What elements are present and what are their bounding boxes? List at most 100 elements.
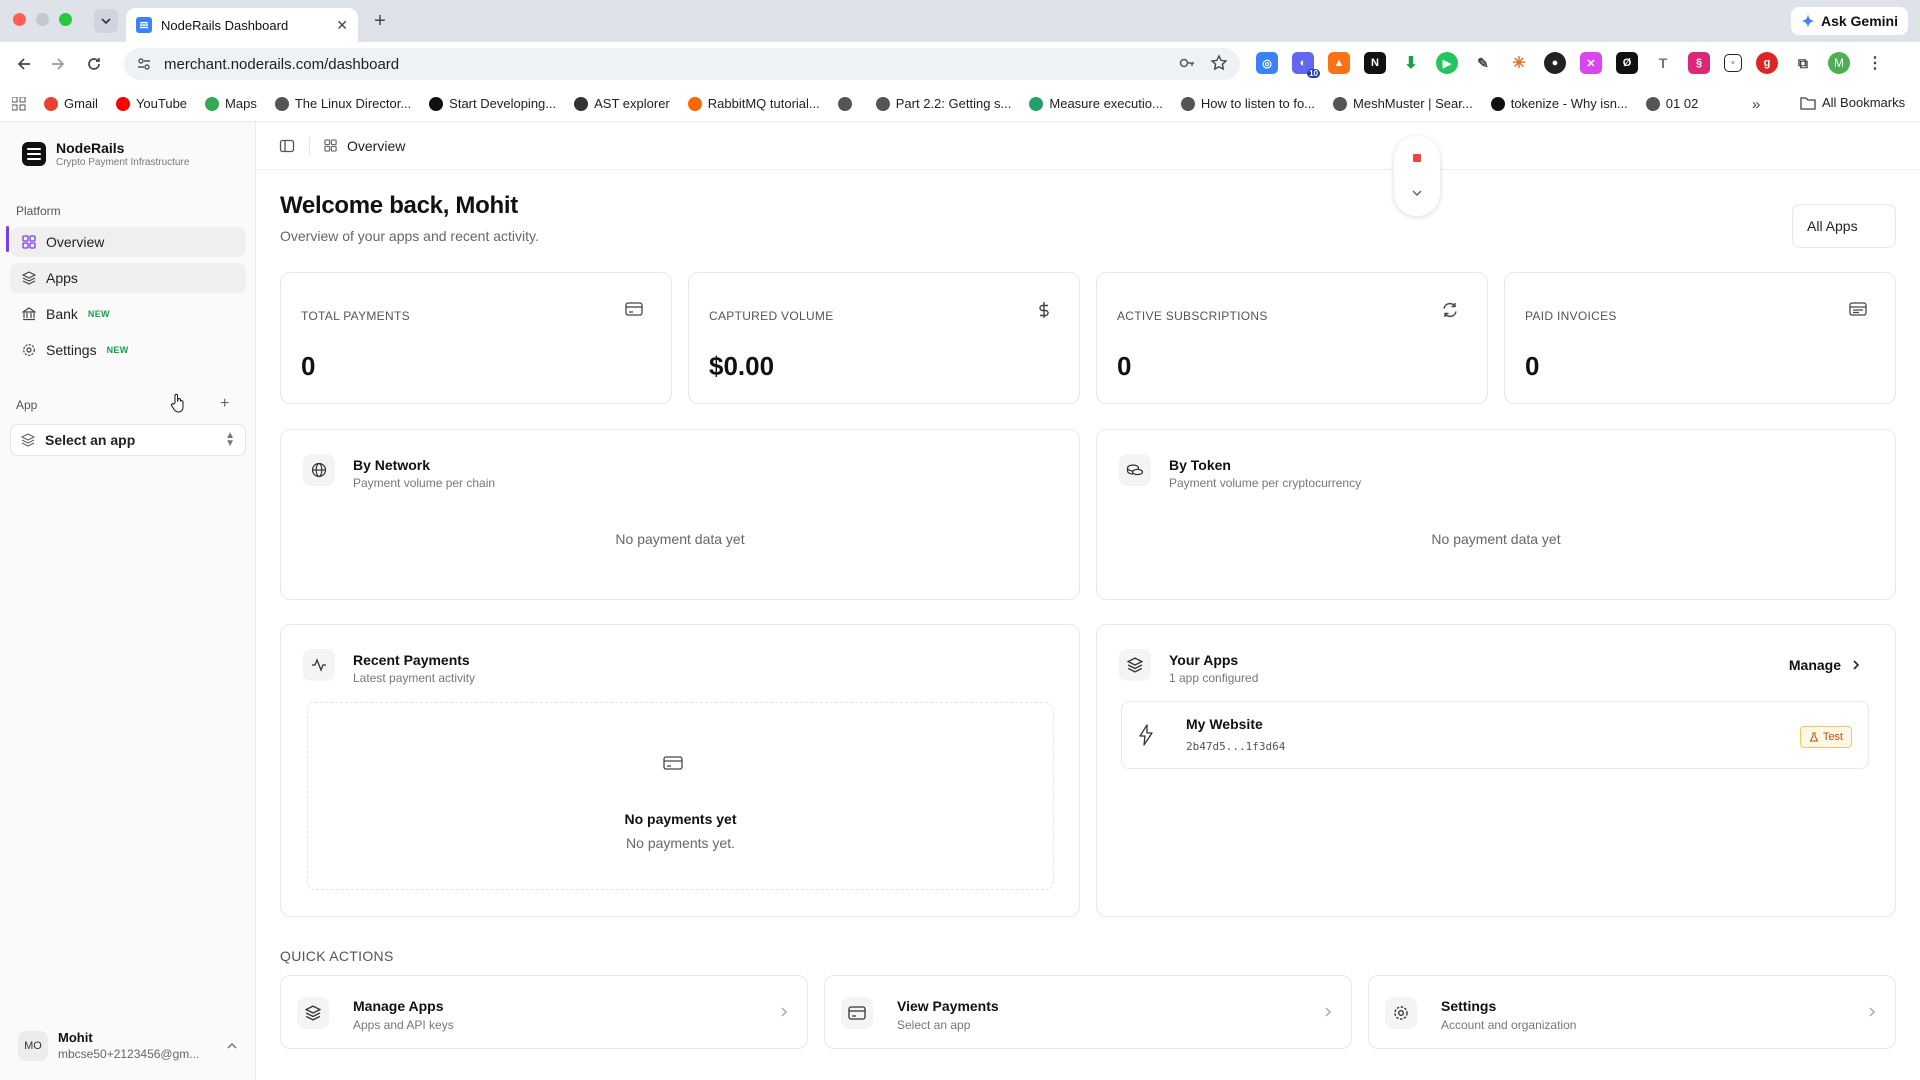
metamask-icon[interactable]: ▲ bbox=[1328, 52, 1350, 74]
chevron-down-icon bbox=[101, 18, 111, 25]
bookmark-item[interactable]: How to listen to fo... bbox=[1180, 96, 1315, 111]
chevron-right-icon bbox=[1325, 1007, 1332, 1017]
extensions-row: ◎ ◐ 10 ▲ N ⬇ ▶ ✎ ✳ ● ✕ Ø T § ◦ g ⧉ M ⋮ bbox=[1256, 52, 1886, 78]
app-selector[interactable]: Select an app ▲ ▼ bbox=[10, 424, 246, 456]
reload-button[interactable] bbox=[82, 52, 106, 76]
bookmark-item[interactable]: The Linux Director... bbox=[274, 96, 411, 111]
app-list-item[interactable]: My Website 2b47d5...1f3d64 Test bbox=[1121, 701, 1869, 769]
chevron-right-icon bbox=[781, 1007, 788, 1017]
sidebar-item-bank[interactable]: Bank NEW bbox=[10, 299, 246, 329]
breadcrumb-label: Overview bbox=[347, 137, 406, 154]
key-icon[interactable] bbox=[1178, 54, 1196, 72]
extension-icon[interactable]: ✕ bbox=[1580, 52, 1602, 74]
bookmark-item[interactable]: Start Developing... bbox=[429, 96, 556, 111]
tab-close-icon[interactable]: ✕ bbox=[336, 17, 348, 34]
all-bookmarks-button[interactable]: All Bookmarks bbox=[1800, 95, 1905, 110]
bookmark-label: Maps bbox=[225, 96, 257, 111]
add-app-icon[interactable]: + bbox=[220, 395, 229, 413]
extension-icon[interactable]: T bbox=[1652, 52, 1674, 74]
window-minimize-button[interactable] bbox=[36, 13, 49, 26]
more-menu-icon[interactable]: ⋮ bbox=[1864, 52, 1886, 74]
empty-state-text: No payment data yet bbox=[1431, 531, 1561, 547]
bookmark-item[interactable]: RabbitMQ tutorial... bbox=[687, 96, 820, 111]
notion-icon[interactable]: N bbox=[1364, 52, 1386, 74]
extension-icon[interactable]: ◎ bbox=[1256, 52, 1278, 74]
back-button[interactable] bbox=[12, 52, 36, 76]
window-maximize-button[interactable] bbox=[59, 13, 72, 26]
activity-icon bbox=[303, 649, 335, 681]
extension-icon[interactable]: ✎ bbox=[1472, 52, 1494, 74]
bookmark-item[interactable] bbox=[837, 96, 858, 111]
bookmark-label: Measure executio... bbox=[1049, 96, 1163, 111]
chevron-up-icon bbox=[227, 1042, 237, 1049]
layers-icon bbox=[1119, 649, 1151, 681]
sidebar-toggle-icon[interactable] bbox=[279, 138, 295, 154]
bookmark-item[interactable]: Part 2.2: Getting s... bbox=[875, 96, 1011, 111]
favicon-icon bbox=[136, 17, 152, 33]
star-icon[interactable] bbox=[1210, 54, 1228, 72]
breadcrumb-overview[interactable]: Overview bbox=[324, 138, 405, 154]
site-settings-icon[interactable] bbox=[136, 56, 152, 72]
extension-icon[interactable]: Ø bbox=[1616, 52, 1638, 74]
quick-action-view-payments[interactable]: View Payments Select an app bbox=[824, 975, 1352, 1049]
stat-card-active-subscriptions: ACTIVE SUBSCRIPTIONS 0 bbox=[1096, 272, 1488, 404]
manage-label: Manage bbox=[1788, 657, 1841, 673]
bookmark-favicon-icon bbox=[875, 96, 890, 111]
window-close-button[interactable] bbox=[13, 13, 26, 26]
browser-tab-strip: NodeRails Dashboard ✕ + Ask Gemini bbox=[0, 0, 1920, 42]
browser-tab[interactable]: NodeRails Dashboard ✕ bbox=[126, 8, 358, 42]
manage-apps-link[interactable]: Manage bbox=[1789, 657, 1861, 673]
stop-recording-icon[interactable] bbox=[1413, 154, 1421, 162]
ask-gemini-button[interactable]: Ask Gemini bbox=[1790, 7, 1908, 35]
sidebar-item-overview[interactable]: Overview bbox=[10, 227, 246, 257]
bookmark-item[interactable]: AST explorer bbox=[574, 96, 670, 111]
user-menu[interactable]: MO Mohit mbcse50+2123456@gm... bbox=[18, 1030, 238, 1061]
brand[interactable]: NodeRails Crypto Payment Infrastructure bbox=[22, 140, 189, 168]
bookmark-item[interactable]: YouTube bbox=[115, 96, 187, 111]
extension-icon[interactable]: § bbox=[1688, 52, 1710, 74]
brand-name: NodeRails bbox=[56, 140, 125, 156]
quick-action-settings[interactable]: Settings Account and organization bbox=[1368, 975, 1896, 1049]
bookmarks-bar: Gmail YouTube Maps The Linux Director... Sta… bbox=[0, 86, 1920, 122]
chevron-down-icon[interactable] bbox=[1410, 186, 1424, 200]
forward-button[interactable] bbox=[46, 52, 70, 76]
more-bookmarks-icon[interactable]: » bbox=[1752, 96, 1760, 113]
panel-title: By Network bbox=[353, 457, 431, 473]
extension-icon[interactable]: ◐ 10 bbox=[1292, 52, 1320, 78]
new-tab-button[interactable]: + bbox=[368, 9, 392, 33]
sidebar-item-settings[interactable]: Settings NEW bbox=[10, 335, 246, 365]
quick-action-manage-apps[interactable]: Manage Apps Apps and API keys bbox=[280, 975, 808, 1049]
claude-icon[interactable]: ✳ bbox=[1508, 52, 1530, 74]
lightning-icon bbox=[1139, 724, 1153, 746]
tab-search-button[interactable] bbox=[94, 9, 118, 33]
chevron-right-icon bbox=[1869, 1007, 1876, 1017]
panel-title: Your Apps bbox=[1169, 652, 1239, 668]
extension-icon[interactable]: g bbox=[1756, 52, 1778, 74]
quick-action-title: Manage Apps bbox=[353, 998, 444, 1014]
profile-avatar[interactable]: M bbox=[1828, 52, 1850, 74]
extension-icon[interactable]: ● bbox=[1544, 52, 1566, 74]
bookmark-item[interactable]: 01 02 bbox=[1645, 96, 1699, 111]
bookmark-item[interactable]: Maps bbox=[205, 96, 257, 111]
stat-card-captured-volume: CAPTURED VOLUME $0.00 bbox=[688, 272, 1080, 404]
bookmark-favicon-icon bbox=[837, 96, 852, 111]
extensions-puzzle-icon[interactable]: ⧉ bbox=[1792, 52, 1814, 74]
address-bar[interactable]: merchant.noderails.com/dashboard bbox=[124, 48, 1240, 80]
tab-title: NodeRails Dashboard bbox=[161, 17, 289, 33]
sidebar-item-apps[interactable]: Apps bbox=[10, 263, 246, 293]
stat-label: ACTIVE SUBSCRIPTIONS bbox=[1117, 309, 1268, 323]
apps-grid-icon[interactable] bbox=[12, 96, 26, 111]
extension-icon[interactable]: ▶ bbox=[1436, 52, 1458, 74]
bookmark-item[interactable]: MeshMuster | Sear... bbox=[1333, 96, 1473, 111]
download-icon[interactable]: ⬇ bbox=[1400, 52, 1422, 74]
recording-widget[interactable] bbox=[1394, 136, 1440, 216]
sidebar: NodeRails Crypto Payment Infrastructure … bbox=[0, 122, 256, 1080]
extension-icon[interactable]: ◦ bbox=[1724, 54, 1742, 72]
all-apps-filter[interactable]: All Apps bbox=[1792, 204, 1896, 248]
bookmark-item[interactable]: Measure executio... bbox=[1029, 96, 1163, 111]
noderails-logo-icon bbox=[22, 142, 46, 166]
bookmark-item[interactable]: Gmail bbox=[44, 96, 98, 111]
page-title: Welcome back, Mohit bbox=[280, 192, 518, 219]
bookmark-item[interactable]: tokenize - Why isn... bbox=[1490, 96, 1628, 111]
bookmark-label: 01 02 bbox=[1665, 96, 1699, 111]
